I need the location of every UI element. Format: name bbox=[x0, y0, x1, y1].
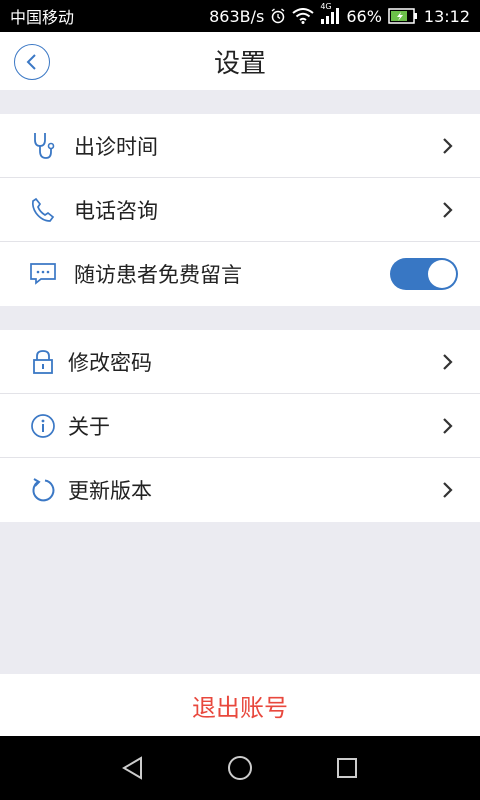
setting-row-change-password[interactable]: 修改密码 bbox=[0, 330, 480, 394]
chevron-right-icon bbox=[443, 353, 453, 370]
phone-icon bbox=[28, 195, 58, 225]
signal-icon: 4G bbox=[320, 2, 340, 24]
setting-row-visit-time[interactable]: 出诊时间 bbox=[0, 114, 480, 178]
network-type-label: 4G bbox=[320, 2, 332, 11]
settings-group-service: 出诊时间 电话咨询 随访患者免费留言 bbox=[0, 114, 480, 306]
header: 设置 bbox=[0, 32, 480, 90]
chevron-right-icon bbox=[443, 201, 453, 218]
alarm-icon bbox=[270, 8, 286, 24]
nav-recents-button[interactable] bbox=[327, 748, 367, 788]
status-bar: 中国移动 863B/s 4G 66% 13:12 bbox=[0, 0, 480, 32]
setting-row-free-message: 随访患者免费留言 bbox=[0, 242, 480, 306]
system-nav-bar bbox=[0, 736, 480, 800]
clock: 13:12 bbox=[423, 6, 470, 26]
net-speed: 863B/s bbox=[209, 6, 265, 26]
setting-row-update-version[interactable]: 更新版本 bbox=[0, 458, 480, 522]
info-icon bbox=[28, 411, 58, 441]
chevron-right-icon bbox=[443, 137, 453, 154]
setting-row-about[interactable]: 关于 bbox=[0, 394, 480, 458]
back-button[interactable] bbox=[14, 44, 50, 80]
toggle-knob bbox=[428, 260, 456, 288]
battery-icon bbox=[388, 8, 418, 24]
nav-back-button[interactable] bbox=[113, 748, 153, 788]
settings-group-account: 修改密码 关于 更新版本 bbox=[0, 330, 480, 522]
nav-home-button[interactable] bbox=[220, 748, 260, 788]
refresh-icon bbox=[28, 475, 58, 505]
setting-label-change-password: 修改密码 bbox=[68, 350, 152, 375]
carrier-label: 中国移动 bbox=[10, 8, 75, 27]
battery-percent: 66% bbox=[346, 6, 382, 26]
square-recents-icon bbox=[336, 758, 357, 778]
circle-home-icon bbox=[227, 756, 252, 780]
logout-label: 退出账号 bbox=[192, 693, 288, 722]
triangle-back-icon bbox=[122, 756, 143, 780]
page-title: 设置 bbox=[213, 48, 266, 79]
setting-label-visit-time: 出诊时间 bbox=[74, 134, 158, 159]
wifi-icon bbox=[292, 8, 314, 24]
logout-button[interactable]: 退出账号 bbox=[0, 674, 480, 736]
setting-label-free-message: 随访患者免费留言 bbox=[74, 263, 242, 287]
chevron-right-icon bbox=[443, 417, 453, 434]
chevron-right-icon bbox=[443, 482, 453, 498]
setting-row-phone-consult[interactable]: 电话咨询 bbox=[0, 178, 480, 242]
lock-icon bbox=[28, 347, 58, 377]
stethoscope-icon bbox=[28, 131, 58, 161]
message-icon bbox=[28, 259, 58, 289]
back-chevron-circle-icon bbox=[26, 54, 36, 70]
setting-label-update-version: 更新版本 bbox=[68, 479, 152, 503]
setting-label-phone-consult: 电话咨询 bbox=[74, 198, 158, 223]
setting-label-about: 关于 bbox=[68, 414, 110, 439]
free-message-toggle[interactable] bbox=[390, 258, 458, 290]
